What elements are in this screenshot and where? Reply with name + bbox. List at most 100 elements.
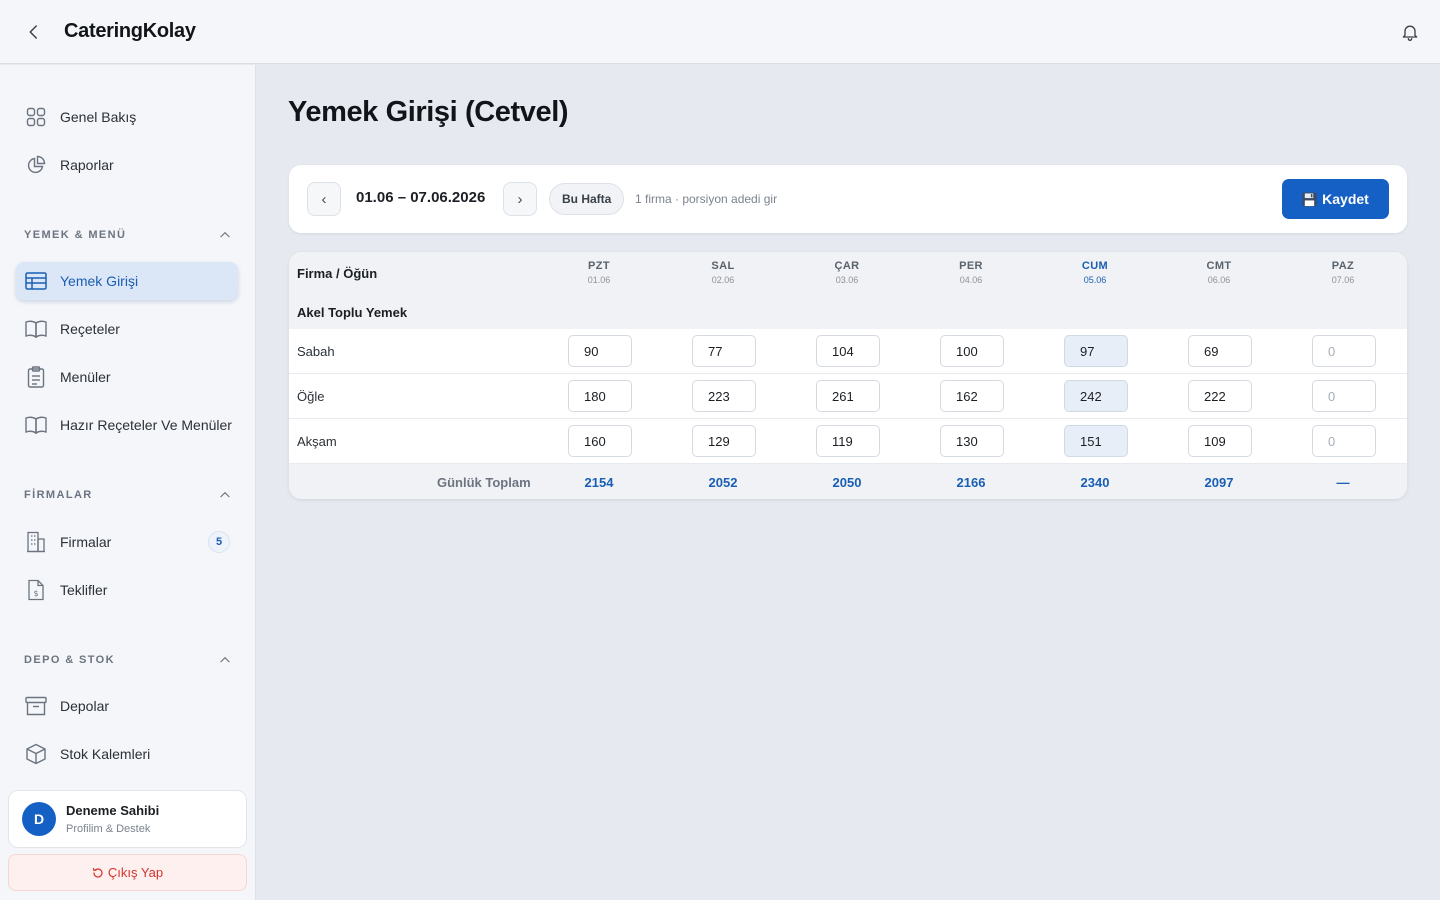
portion-input[interactable]: 0 <box>1312 425 1376 457</box>
daily-total: 2097 <box>1204 475 1234 490</box>
portion-input[interactable]: 119 <box>816 425 880 457</box>
date-range: 01.06 – 07.06.2026 <box>356 189 486 206</box>
archive-icon <box>24 694 48 718</box>
day-date: 05.06 <box>1083 275 1107 285</box>
app-title: CateringKolay <box>64 20 196 42</box>
sidebar-item-stok-kalemleri[interactable]: Stok Kalemleri <box>16 735 238 773</box>
day-date: 06.06 <box>1207 275 1231 285</box>
top-bar: CateringKolay <box>0 0 1440 64</box>
day-name: ÇAR <box>834 260 860 272</box>
sidebar-item-yemek-girisi[interactable]: Yemek Girişi <box>16 262 238 300</box>
floppy-disk-icon <box>1302 191 1317 207</box>
sidebar-item-raporlar[interactable]: Raporlar <box>16 146 238 184</box>
building-icon <box>24 530 48 554</box>
portion-input[interactable]: 261 <box>816 380 880 412</box>
daily-total: 2154 <box>584 475 614 490</box>
meal-label: Akşam <box>297 434 337 449</box>
portion-input[interactable]: 0 <box>1312 335 1376 367</box>
sidebar-item-genel-bakis[interactable]: Genel Bakış <box>16 98 238 136</box>
portion-input[interactable]: 77 <box>692 335 756 367</box>
notifications-button[interactable] <box>1398 20 1422 44</box>
table-icon <box>24 269 48 293</box>
logout-icon <box>92 867 103 878</box>
daily-total: — <box>1336 475 1350 490</box>
section-title: DEPO & STOK <box>24 654 115 666</box>
portion-input[interactable]: 151 <box>1064 425 1128 457</box>
profile-card[interactable]: D Deneme Sahibi Profilim & Destek <box>8 790 247 848</box>
save-button[interactable]: Kaydet <box>1282 179 1389 219</box>
logout-label: Çıkış Yap <box>107 865 164 880</box>
day-header: SAL 02.06 <box>673 260 773 285</box>
portion-input[interactable]: 223 <box>692 380 756 412</box>
sidebar-item-label: Raporlar <box>60 157 114 173</box>
day-name: PZT <box>588 260 610 272</box>
sidebar-item-menuler[interactable]: Menüler <box>16 358 238 396</box>
back-button[interactable] <box>22 20 46 44</box>
portion-input[interactable]: 160 <box>568 425 632 457</box>
day-date: 03.06 <box>835 275 859 285</box>
portion-input[interactable]: 180 <box>568 380 632 412</box>
chevron-up-icon <box>220 656 230 663</box>
sidebar-item-label: Reçeteler <box>60 321 120 337</box>
logout-button[interactable]: Çıkış Yap <box>8 854 247 891</box>
sidebar-item-depolar[interactable]: Depolar <box>16 687 238 725</box>
day-header: ÇAR 03.06 <box>797 260 897 285</box>
section-header-depo-stok[interactable]: DEPO & STOK <box>24 650 232 670</box>
daily-total: 2340 <box>1080 475 1110 490</box>
day-date: 07.06 <box>1331 275 1355 285</box>
portion-input[interactable]: 109 <box>1188 425 1252 457</box>
sidebar-item-receteler[interactable]: Reçeteler <box>16 310 238 348</box>
portion-input[interactable]: 69 <box>1188 335 1252 367</box>
portion-input[interactable]: 129 <box>692 425 756 457</box>
day-header: PZT 01.06 <box>549 260 649 285</box>
portion-input[interactable]: 97 <box>1064 335 1128 367</box>
meal-label: Sabah <box>297 344 335 359</box>
portion-input[interactable]: 100 <box>940 335 1004 367</box>
day-date: 02.06 <box>711 275 735 285</box>
day-name: PER <box>959 260 983 272</box>
this-week-button[interactable]: Bu Hafta <box>549 183 625 215</box>
chevron-left-icon <box>29 25 37 39</box>
sidebar-item-firmalar[interactable]: Firmalar 5 <box>16 523 238 561</box>
page-title: Yemek Girişi (Cetvel) <box>288 96 569 128</box>
save-label: Kaydet <box>1322 191 1369 207</box>
portion-input[interactable]: 0 <box>1312 380 1376 412</box>
count-badge: 5 <box>208 531 230 553</box>
sidebar-item-label: Firmalar <box>60 534 112 550</box>
portion-input[interactable]: 90 <box>568 335 632 367</box>
portion-input[interactable]: 242 <box>1064 380 1128 412</box>
day-date: 04.06 <box>959 275 983 285</box>
sidebar-item-label: Genel Bakış <box>60 109 137 125</box>
section-title: YEMEK & MENÜ <box>24 229 127 241</box>
daily-total-row: Günlük Toplam 2154 2052 2050 2166 2340 2097 — <box>289 465 1407 499</box>
portion-input[interactable]: 104 <box>816 335 880 367</box>
day-name: PAZ <box>1331 260 1355 272</box>
meal-row: Öğle 180 223 261 162 242 222 0 <box>289 374 1407 419</box>
daily-total: 2052 <box>708 475 738 490</box>
sidebar-item-label: Hazır Reçeteler Ve Menüler <box>60 417 232 433</box>
chevron-up-icon <box>220 491 230 498</box>
week-toolbar: ‹ 01.06 – 07.06.2026 › Bu Hafta 1 firma … <box>289 165 1407 233</box>
prev-week-button[interactable]: ‹ <box>307 182 341 216</box>
portion-input[interactable]: 162 <box>940 380 1004 412</box>
day-name: CUM <box>1081 260 1109 272</box>
chevron-up-icon <box>220 231 230 238</box>
day-name: SAL <box>711 260 735 272</box>
portion-input[interactable]: 222 <box>1188 380 1252 412</box>
sidebar-item-label: Menüler <box>60 369 111 385</box>
day-header: CMT 06.06 <box>1169 260 1269 285</box>
daily-total: 2050 <box>832 475 862 490</box>
box-icon <box>24 742 48 766</box>
next-week-button[interactable]: › <box>503 182 537 216</box>
portion-input[interactable]: 130 <box>940 425 1004 457</box>
bell-icon <box>1402 25 1418 41</box>
total-label: Günlük Toplam <box>437 475 531 490</box>
sidebar-item-teklifler[interactable]: $ Teklifler <box>16 571 238 609</box>
clipboard-icon <box>24 365 48 389</box>
book-icon <box>24 317 48 341</box>
sidebar-item-label: Depolar <box>60 698 110 714</box>
section-header-firmalar[interactable]: FİRMALAR <box>24 485 232 505</box>
sidebar-item-hazir-receteler[interactable]: Hazır Reçeteler Ve Menüler <box>16 406 238 444</box>
section-header-yemek-menu[interactable]: YEMEK & MENÜ <box>24 225 232 245</box>
meal-entry-grid: Firma / Öğün PZT 01.06 SAL 02.06 ÇAR 03.06 PER… <box>289 252 1407 499</box>
